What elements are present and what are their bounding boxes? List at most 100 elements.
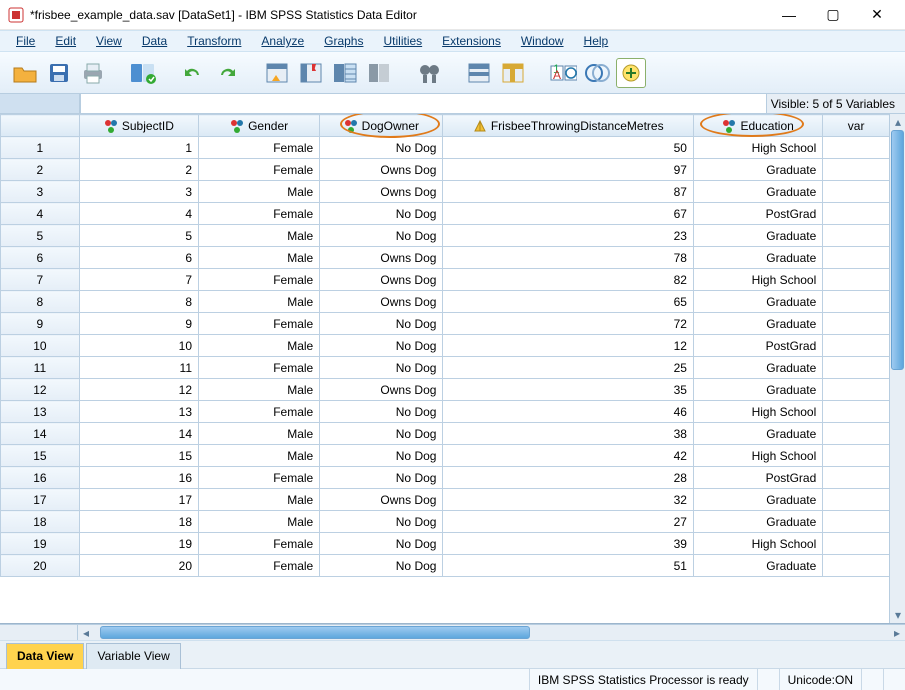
- row-number[interactable]: 10: [1, 335, 80, 357]
- cell-empty[interactable]: [823, 357, 890, 379]
- cell-gender[interactable]: Male: [199, 379, 320, 401]
- cell-dogowner[interactable]: No Dog: [320, 445, 443, 467]
- cell-dogowner[interactable]: Owns Dog: [320, 379, 443, 401]
- maximize-button[interactable]: ▢: [813, 1, 853, 29]
- cell-gender[interactable]: Male: [199, 423, 320, 445]
- cell-subjectid[interactable]: 9: [79, 313, 198, 335]
- cell-subjectid[interactable]: 18: [79, 511, 198, 533]
- cell-gender[interactable]: Male: [199, 225, 320, 247]
- table-row[interactable]: 22FemaleOwns Dog97Graduate: [1, 159, 890, 181]
- col-empty-var[interactable]: var: [823, 115, 890, 137]
- row-number[interactable]: 8: [1, 291, 80, 313]
- cell-dogowner[interactable]: No Dog: [320, 401, 443, 423]
- cell-education[interactable]: Graduate: [693, 181, 822, 203]
- corner-cell[interactable]: [1, 115, 80, 137]
- table-row[interactable]: 1212MaleOwns Dog35Graduate: [1, 379, 890, 401]
- scroll-right-icon[interactable]: ▸: [889, 625, 905, 640]
- cell-gender[interactable]: Female: [199, 467, 320, 489]
- cell-gender[interactable]: Male: [199, 247, 320, 269]
- scroll-left-icon[interactable]: ◂: [78, 625, 94, 640]
- menu-window[interactable]: Window: [511, 32, 574, 50]
- insert-variable-icon[interactable]: [498, 58, 528, 88]
- variables-icon[interactable]: [330, 58, 360, 88]
- cell-frisbee[interactable]: 35: [443, 379, 694, 401]
- cell-education[interactable]: PostGrad: [693, 203, 822, 225]
- cell-frisbee[interactable]: 28: [443, 467, 694, 489]
- cell-empty[interactable]: [823, 313, 890, 335]
- cell-frisbee[interactable]: 50: [443, 137, 694, 159]
- row-number[interactable]: 11: [1, 357, 80, 379]
- close-button[interactable]: ✕: [857, 1, 897, 29]
- cell-frisbee[interactable]: 42: [443, 445, 694, 467]
- cell-frisbee[interactable]: 12: [443, 335, 694, 357]
- cell-subjectid[interactable]: 10: [79, 335, 198, 357]
- row-number[interactable]: 17: [1, 489, 80, 511]
- cell-dogowner[interactable]: No Dog: [320, 357, 443, 379]
- table-row[interactable]: 1818MaleNo Dog27Graduate: [1, 511, 890, 533]
- cell-gender[interactable]: Male: [199, 335, 320, 357]
- cell-education[interactable]: Graduate: [693, 313, 822, 335]
- cell-gender[interactable]: Male: [199, 445, 320, 467]
- find-icon[interactable]: [414, 58, 444, 88]
- cell-empty[interactable]: [823, 291, 890, 313]
- data-grid[interactable]: SubjectID Gender DogOwner FrisbeeThrowin…: [0, 114, 905, 624]
- cell-empty[interactable]: [823, 445, 890, 467]
- cell-gender[interactable]: Male: [199, 511, 320, 533]
- cell-subjectid[interactable]: 19: [79, 533, 198, 555]
- cell-subjectid[interactable]: 20: [79, 555, 198, 577]
- cell-dogowner[interactable]: No Dog: [320, 137, 443, 159]
- cell-empty[interactable]: [823, 137, 890, 159]
- cell-dogowner[interactable]: No Dog: [320, 313, 443, 335]
- cell-education[interactable]: Graduate: [693, 225, 822, 247]
- cell-empty[interactable]: [823, 181, 890, 203]
- row-number[interactable]: 15: [1, 445, 80, 467]
- redo-icon[interactable]: [212, 58, 242, 88]
- menu-analyze[interactable]: Analyze: [251, 32, 314, 50]
- show-all-variables-icon[interactable]: [616, 58, 646, 88]
- cell-subjectid[interactable]: 4: [79, 203, 198, 225]
- cell-empty[interactable]: [823, 401, 890, 423]
- cell-subjectid[interactable]: 17: [79, 489, 198, 511]
- row-number[interactable]: 20: [1, 555, 80, 577]
- cell-frisbee[interactable]: 87: [443, 181, 694, 203]
- cell-frisbee[interactable]: 72: [443, 313, 694, 335]
- cell-gender[interactable]: Female: [199, 137, 320, 159]
- col-subjectid[interactable]: SubjectID: [79, 115, 198, 137]
- menu-utilities[interactable]: Utilities: [373, 32, 432, 50]
- table-row[interactable]: 11FemaleNo Dog50High School: [1, 137, 890, 159]
- table-row[interactable]: 99FemaleNo Dog72Graduate: [1, 313, 890, 335]
- table-row[interactable]: 77FemaleOwns Dog82High School: [1, 269, 890, 291]
- vertical-scrollbar[interactable]: ▴ ▾: [889, 114, 905, 623]
- cell-frisbee[interactable]: 32: [443, 489, 694, 511]
- row-number[interactable]: 18: [1, 511, 80, 533]
- cell-empty[interactable]: [823, 225, 890, 247]
- table-row[interactable]: 33MaleOwns Dog87Graduate: [1, 181, 890, 203]
- cell-subjectid[interactable]: 5: [79, 225, 198, 247]
- table-row[interactable]: 1313FemaleNo Dog46High School: [1, 401, 890, 423]
- menu-view[interactable]: View: [86, 32, 132, 50]
- cell-education[interactable]: Graduate: [693, 379, 822, 401]
- menu-data[interactable]: Data: [132, 32, 177, 50]
- cell-gender[interactable]: Female: [199, 401, 320, 423]
- cell-empty[interactable]: [823, 203, 890, 225]
- row-number[interactable]: 2: [1, 159, 80, 181]
- tab-variable-view[interactable]: Variable View: [86, 643, 180, 669]
- row-number[interactable]: 4: [1, 203, 80, 225]
- cell-empty[interactable]: [823, 511, 890, 533]
- row-number[interactable]: 13: [1, 401, 80, 423]
- cell-gender[interactable]: Male: [199, 181, 320, 203]
- cell-frisbee[interactable]: 39: [443, 533, 694, 555]
- menu-graphs[interactable]: Graphs: [314, 32, 373, 50]
- cell-empty[interactable]: [823, 269, 890, 291]
- cell-empty[interactable]: [823, 335, 890, 357]
- table-row[interactable]: 66MaleOwns Dog78Graduate: [1, 247, 890, 269]
- cell-gender[interactable]: Female: [199, 269, 320, 291]
- cell-frisbee[interactable]: 51: [443, 555, 694, 577]
- row-number[interactable]: 5: [1, 225, 80, 247]
- cell-empty[interactable]: [823, 379, 890, 401]
- scroll-up-icon[interactable]: ▴: [890, 114, 905, 130]
- cell-subjectid[interactable]: 14: [79, 423, 198, 445]
- cell-dogowner[interactable]: Owns Dog: [320, 247, 443, 269]
- table-row[interactable]: 1111FemaleNo Dog25Graduate: [1, 357, 890, 379]
- goto-variable-icon[interactable]: [296, 58, 326, 88]
